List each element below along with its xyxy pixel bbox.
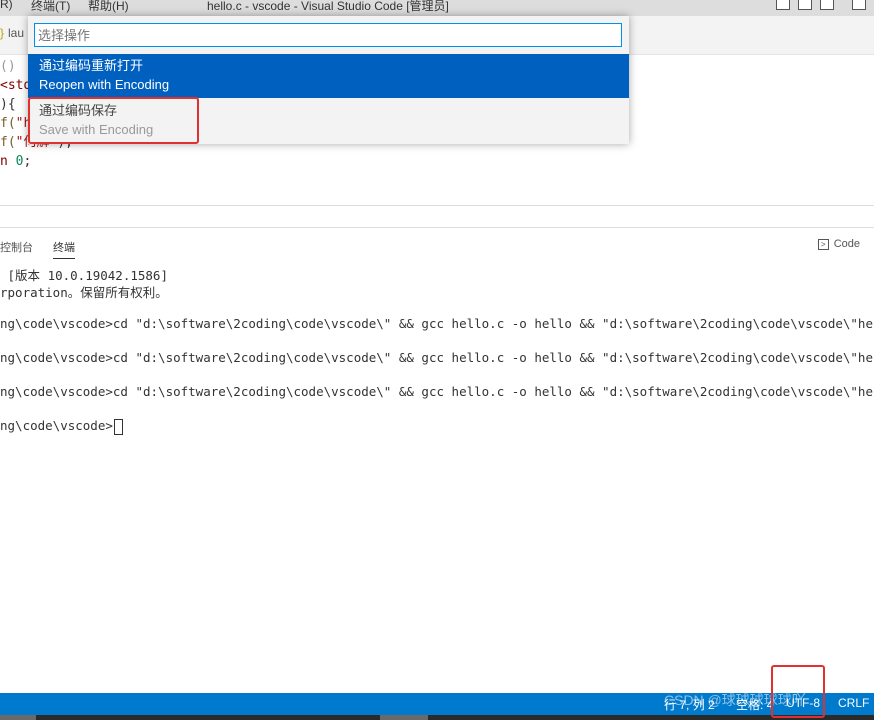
terminal-name: Code (833, 238, 860, 250)
menu-terminal[interactable]: 终端(T) (31, 0, 70, 14)
code-line: <std (0, 76, 31, 95)
taskbar-segment (0, 715, 36, 720)
code-token: <std (0, 78, 32, 93)
code-line: f("h (0, 114, 31, 133)
window-controls (776, 0, 866, 10)
terminal-line: ng\code\vscode>cd "d:\software\2coding\c… (0, 316, 874, 331)
code-line: ){ (0, 95, 16, 114)
terminal-line: ng\code\vscode>cd "d:\software\2coding\c… (0, 350, 874, 365)
taskbar-segment (380, 715, 428, 720)
customize-layout-icon[interactable] (852, 0, 866, 10)
tab-launch[interactable]: } lau (0, 26, 24, 40)
terminal-line-text: ng\code\vscode> (0, 418, 113, 433)
code-token: ; (23, 154, 32, 169)
status-eol[interactable]: CRLF (838, 696, 869, 710)
item-description: Reopen with Encoding (39, 77, 170, 92)
terminal-selector[interactable]: > Code (817, 238, 860, 250)
menu-selection[interactable]: R) (0, 0, 13, 11)
tab-terminal[interactable]: 终端 (53, 239, 75, 259)
title-bar: R) 终端(T) 帮助(H) hello.c - vscode - Visual… (0, 0, 874, 16)
tab-label: lau (8, 26, 25, 40)
terminal-icon: > (817, 238, 829, 250)
tab-debug-console[interactable]: 控制台 (0, 239, 33, 255)
terminal-cursor (113, 418, 123, 435)
terminal-line-text: ng\code\vscode>cd "d:\software\2coding\c… (0, 316, 874, 331)
sidebar-toggle-icon[interactable] (820, 0, 834, 10)
layout-toggle-icon[interactable] (776, 0, 790, 10)
terminal-line: ng\code\vscode>cd "d:\software\2coding\c… (0, 384, 874, 399)
highlight-box-encoding-status (771, 665, 825, 718)
panel-toggle-icon[interactable] (798, 0, 812, 10)
terminal-line-text: ng\code\vscode>cd "d:\software\2coding\c… (0, 350, 874, 365)
json-file-icon: } (0, 26, 5, 40)
quick-pick-input[interactable] (34, 23, 622, 47)
taskbar-strip (0, 715, 874, 720)
code-line: () (0, 57, 16, 76)
code-token: ){ (0, 97, 16, 112)
highlight-box-save-with-encoding (28, 97, 199, 144)
panel-divider (0, 227, 874, 228)
terminal-line-text: ng\code\vscode>cd "d:\software\2coding\c… (0, 384, 874, 399)
terminal-line: rporation。保留所有权利。 (0, 282, 168, 301)
terminal-line-text: rporation。保留所有权利。 (0, 285, 168, 300)
terminal-line-text: [版本 10.0.19042.1586] (0, 268, 168, 283)
editor-divider (0, 205, 874, 206)
code-token: n (0, 154, 16, 169)
panel-header: 控制台 终端 > Code (0, 234, 874, 259)
item-title: 通过编码重新打开 (39, 58, 144, 73)
quick-pick-item-reopen-with-encoding[interactable]: 通过编码重新打开 Reopen with Encoding (28, 54, 629, 98)
code-token: () (0, 59, 16, 74)
terminal-line: ng\code\vscode> (0, 418, 123, 435)
window-title: hello.c - vscode - Visual Studio Code [管… (207, 0, 449, 13)
code-token: f( (0, 135, 16, 150)
code-line: n 0; (0, 152, 31, 171)
code-token: f( (0, 116, 16, 131)
menu-help[interactable]: 帮助(H) (88, 0, 129, 14)
